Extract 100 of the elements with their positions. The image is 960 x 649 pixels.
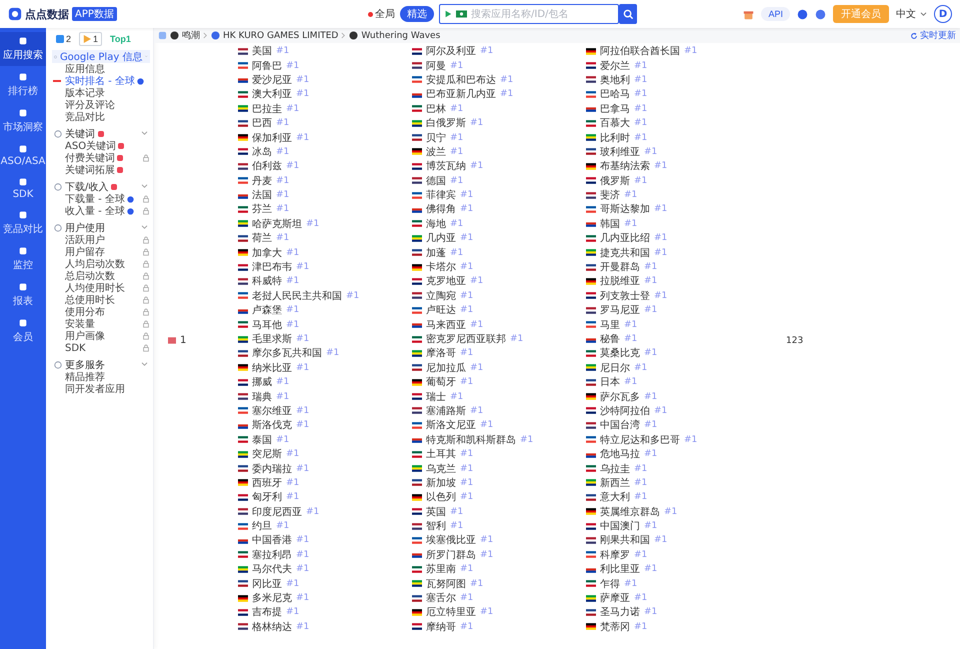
chevron-icon [203,32,208,39]
menu-item[interactable]: 收入量 - 全球 [65,204,125,218]
menu-item[interactable]: 总使用时长 [65,293,115,307]
chevron-icon[interactable] [141,362,148,367]
country-name: 爱沙尼亚 [252,74,292,87]
store-tab[interactable]: 1 [79,32,102,46]
country-name: 芬兰 [252,202,272,216]
rail-item[interactable]: 市场洞察 [0,104,46,138]
flag-icon [586,566,596,573]
menu-item[interactable]: 竞品对比 [65,110,105,124]
scope-label[interactable]: 全局 [375,7,395,21]
rank-label: #1 [460,464,474,474]
menu-item[interactable]: 用户画像 [65,329,105,343]
rail-item[interactable]: 竞品对比 [0,206,46,240]
menu-item[interactable]: 使用分布 [65,305,105,319]
api-button[interactable]: API [761,7,790,21]
menu-item[interactable]: 人均使用时长 [65,281,125,295]
menu-item[interactable]: 应用信息 [65,62,105,76]
flag-icon [238,306,248,314]
flag-icon [238,536,248,544]
breadcrumb-item[interactable]: HK KURO GAMES LIMITED [223,30,338,40]
app-icon [18,246,28,256]
flag-icon [238,594,248,602]
country-name: 摩纳哥 [426,620,456,634]
menu-item[interactable]: ASO关键词 [65,139,116,153]
country-name: 俄罗斯 [600,174,630,188]
country-name: 摩洛哥 [426,346,456,360]
flag-icon [586,148,596,156]
flag-icon [586,407,596,414]
rank-label: #1 [644,449,658,460]
rail-item[interactable]: 应用搜索 [0,32,46,66]
section-title[interactable]: 关键词 [65,126,95,140]
search-button[interactable] [619,4,637,24]
rank-label: #1 [500,89,514,100]
menu-item[interactable]: 人均启动次数 [65,257,125,271]
menu-item[interactable]: 同开发者应用 [65,382,125,396]
rank-label: #1 [460,348,474,358]
country-name: 圣马力诺 [600,606,640,620]
featured-button[interactable]: 精选 [400,6,434,22]
menu-item[interactable]: 总启动次数 [65,269,115,283]
menu-item[interactable]: 评分及评论 [65,98,115,112]
product-badge: APP数据 [72,7,117,21]
chevron-icon[interactable] [141,131,148,136]
menu-item[interactable]: 实时排名 - 全球 [65,74,135,88]
country-name: 博茨瓦纳 [426,160,466,174]
user-avatar[interactable]: D [934,5,952,23]
country-name: 罗马尼亚 [600,304,640,318]
flag-icon [412,105,422,112]
rail-item[interactable]: SDK [0,173,46,204]
breadcrumb-item[interactable]: Wuthering Waves [361,30,440,40]
home-icon[interactable] [158,31,167,40]
menu-item[interactable]: 关键词拓展 [65,163,115,177]
country-name: 卡塔尔 [426,260,456,274]
country-name: 委内瑞拉 [252,462,292,476]
store-tab[interactable]: 2 [52,32,76,46]
rail-item[interactable]: 监控 [0,242,46,276]
section-title[interactable]: 更多服务 [65,358,105,372]
country-name: 巴布亚新几内亚 [426,88,496,102]
flag-icon [412,90,422,98]
rail-item[interactable]: 报表 [0,278,46,312]
rank-label: #1 [460,190,474,200]
menu-item[interactable]: SDK [65,342,86,354]
menu-item[interactable]: 版本记录 [65,86,105,100]
rank-label: #1 [286,478,300,488]
country-name: 伯利兹 [252,160,282,174]
flag-icon [412,249,422,256]
flag-icon [412,378,422,386]
menu-item[interactable]: 用户留存 [65,245,105,259]
chevron-icon[interactable] [141,184,148,189]
country-name: 爱尔兰 [600,60,630,73]
rail-item[interactable]: ASO/ASA [0,140,46,171]
menu-item[interactable]: 付费关键词 [65,151,115,165]
rank-label: #1 [644,607,658,618]
menu-item[interactable]: 下载量 - 全球 [65,192,125,206]
menu-item[interactable]: 精品推荐 [65,370,105,384]
gift-icon[interactable] [743,8,754,20]
flag-icon [586,249,596,256]
flag-icon [412,192,422,199]
rail-item[interactable]: 排行榜 [0,68,46,102]
menu-item[interactable]: 活跃用户 [65,233,105,247]
rail-item[interactable]: 会员 [0,314,46,348]
country-name: 突尼斯 [252,448,282,462]
rank-label: #1 [654,248,668,258]
section-title[interactable]: 用户使用 [65,220,105,234]
chevron-icon[interactable] [141,225,148,230]
language-select[interactable]: 中文 [896,7,927,21]
section-title[interactable]: 下载/收入 [65,180,108,194]
rank-label: #1 [654,161,668,172]
play-store-icon[interactable] [444,10,452,18]
country-name: 危地马拉 [600,448,640,462]
rank-label: #1 [684,434,698,445]
flag-icon [586,120,596,127]
breadcrumb-item[interactable]: 鸣潮 [182,29,200,42]
refresh-button[interactable]: 实时更新 [910,29,956,42]
flag-icon[interactable] [456,10,467,18]
country-name: 英属维京群岛 [600,506,660,519]
rank-label: #1 [296,550,310,560]
country-name: 瑞士 [426,390,446,404]
menu-item[interactable]: 安装量 [65,317,95,331]
rank-label: #1 [296,74,310,85]
